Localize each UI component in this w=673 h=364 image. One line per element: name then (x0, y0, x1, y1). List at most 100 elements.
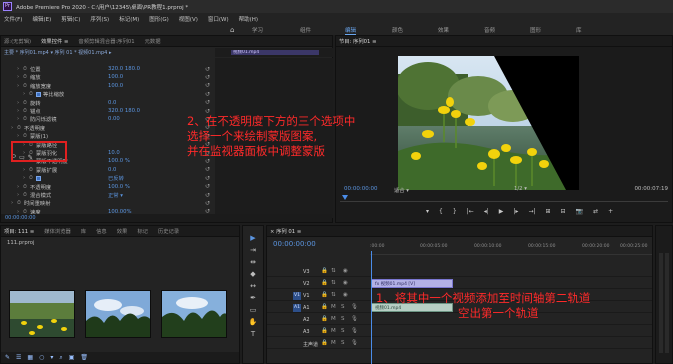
stopwatch-icon[interactable]: ⏱ (17, 125, 24, 131)
step-forward-button[interactable]: |▸ (513, 208, 518, 215)
home-icon[interactable]: ⌂ (230, 26, 238, 34)
tab-source[interactable]: 源:(无剪辑) (4, 37, 31, 45)
rectangle-tool-icon[interactable]: ▭ (250, 306, 257, 314)
tab-effect-controls[interactable]: 效果控件 ≡ (41, 37, 68, 45)
eye-icon[interactable]: ◉ (343, 268, 348, 274)
mic-icon[interactable]: 🎙 (351, 328, 358, 334)
property-row[interactable]: › ⏱ 混合模式 正常 ▾ ↺ (5, 191, 210, 200)
tab-program[interactable]: 节目: 序列01 ≡ (339, 37, 377, 45)
lift-button[interactable]: ⊞ (546, 208, 551, 215)
reset-parameter-icon[interactable]: ↺ (205, 66, 210, 73)
property-value[interactable]: 0.0 (108, 167, 116, 173)
track-label[interactable]: V3 (303, 269, 310, 275)
property-checkbox[interactable] (36, 91, 41, 97)
mute-icon[interactable]: M (331, 328, 336, 334)
mark-out-button[interactable]: } (453, 208, 457, 215)
tab-info[interactable]: 信息 (96, 227, 107, 235)
reset-parameter-icon[interactable]: ↺ (205, 166, 210, 173)
source-patch-toggle[interactable]: V1 (293, 292, 301, 300)
stopwatch-icon[interactable]: ⏱ (29, 167, 36, 173)
tab-libraries[interactable]: 库 (81, 227, 86, 235)
hand-tool-icon[interactable]: ✋ (249, 318, 258, 326)
trash-icon[interactable]: 🗑 (80, 354, 88, 361)
selection-tool-icon[interactable]: ▶ (250, 234, 255, 242)
step-back-button[interactable]: ◂| (484, 208, 489, 215)
effect-controls-timecode[interactable]: 00:00:00:00 (1, 214, 332, 222)
tab-audio-clip-mixer[interactable]: 音频剪辑混合器:序列01 (78, 37, 134, 45)
mute-icon[interactable]: M (331, 304, 336, 310)
stopwatch-icon[interactable]: ⏱ (29, 91, 36, 97)
track-label[interactable]: V1 (303, 293, 310, 299)
menu-graphics[interactable]: 图形(G) (149, 15, 169, 23)
comparison-view-button[interactable]: ⇄ (593, 208, 598, 215)
lock-icon[interactable]: 🔒 (321, 304, 328, 310)
property-value[interactable]: 10.0 (108, 150, 120, 156)
program-timecode[interactable]: 00:00:00:00 (344, 186, 378, 192)
extract-button[interactable]: ⊟ (561, 208, 566, 215)
go-to-out-button[interactable]: →| (528, 208, 535, 215)
play-button[interactable]: ▶ (499, 208, 504, 215)
mic-icon[interactable]: 🎙 (351, 304, 358, 310)
workspace-tab-audio[interactable]: 音频 (484, 26, 495, 34)
icon-view-icon[interactable]: ▦ (27, 354, 33, 361)
stopwatch-icon[interactable]: ⏱ (23, 83, 30, 89)
solo-icon[interactable]: S (341, 340, 345, 346)
stopwatch-icon[interactable]: ⏱ (23, 184, 30, 190)
stopwatch-icon[interactable]: ⏱ (23, 108, 30, 114)
media-thumbnail[interactable] (161, 290, 227, 338)
source-patch-toggle[interactable]: A1 (293, 304, 301, 312)
property-row[interactable]: › ⏱ 不透明度 ↺ (5, 124, 210, 132)
timeline-playhead[interactable] (371, 251, 372, 364)
property-value[interactable]: 0.0 (108, 100, 116, 106)
menu-edit[interactable]: 编辑(E) (32, 15, 51, 23)
program-video-frame[interactable] (398, 56, 579, 190)
reset-parameter-icon[interactable]: ↺ (205, 183, 210, 190)
lock-icon[interactable]: 🔒 (321, 340, 328, 346)
property-row[interactable]: › ⏱ 时间重映射 ↺ (5, 199, 210, 208)
reset-parameter-icon[interactable]: ↺ (205, 74, 210, 81)
workspace-tab-learn[interactable]: 学习 (252, 26, 263, 34)
property-row[interactable]: › ⏱ 等比缩放 ↺ (5, 90, 210, 99)
property-row[interactable]: › ⏱ 已反转 ↺ (5, 174, 210, 183)
menu-view[interactable]: 视图(V) (179, 15, 198, 23)
stopwatch-icon[interactable]: ⏱ (23, 66, 30, 72)
ripple-edit-tool-icon[interactable]: ⇹ (250, 258, 256, 266)
property-row[interactable]: › ⏱ 旋转 0.0 ↺ (5, 99, 210, 107)
tab-effects[interactable]: 效果 (117, 227, 128, 235)
lock-icon[interactable]: 🔒 (321, 280, 328, 286)
tab-project[interactable]: 项目: 111 ≡ (4, 227, 34, 235)
property-value[interactable]: 正常 ▾ (108, 191, 123, 199)
reset-parameter-icon[interactable]: ↺ (205, 175, 210, 182)
new-item-icon[interactable]: ▣ (69, 354, 75, 361)
media-thumbnail[interactable] (85, 290, 151, 338)
workspace-tab-graphics[interactable]: 图形 (530, 26, 541, 34)
stopwatch-icon[interactable]: ⏱ (23, 74, 30, 80)
go-to-in-button[interactable]: |← (467, 208, 474, 215)
tab-media-browser[interactable]: 媒体浏览器 (44, 227, 71, 235)
workspace-tab-color[interactable]: 颜色 (392, 26, 403, 34)
menu-help[interactable]: 帮助(H) (239, 15, 258, 23)
track-label[interactable]: A1 (303, 305, 310, 311)
resolution-select[interactable]: 1/2 ▾ (514, 186, 527, 192)
workspace-tab-assembly[interactable]: 组件 (300, 26, 311, 34)
stopwatch-icon[interactable]: ⏱ (23, 116, 30, 122)
media-thumbnail[interactable] (9, 290, 75, 338)
tab-history[interactable]: 历史记录 (158, 227, 179, 235)
sort-icon[interactable]: ▾ (50, 354, 53, 361)
mute-icon[interactable]: M (331, 340, 336, 346)
timeline-timecode[interactable]: 00:00:00:00 (273, 240, 316, 248)
zoom-fit-select[interactable]: 适合 ▾ (394, 186, 409, 194)
stopwatch-icon[interactable]: ⏱ (23, 192, 30, 198)
reset-parameter-icon[interactable]: ↺ (205, 99, 210, 106)
property-row[interactable]: › ⏱ 位置 320.0 180.0 ↺ (5, 65, 210, 74)
stopwatch-icon[interactable]: ⏱ (23, 100, 30, 106)
add-marker-button[interactable]: ▾ (426, 208, 429, 215)
timeline-ruler[interactable]: :00:00 00:00:05:00 00:00:10:00 00:00:15:… (370, 240, 652, 255)
mark-in-button[interactable]: { (439, 208, 443, 215)
track-label[interactable]: V2 (303, 281, 310, 287)
property-value[interactable]: 已反转 (108, 174, 124, 182)
property-row[interactable]: › ⏱ 不透明度 100.0 % ↺ (5, 183, 210, 191)
stopwatch-icon[interactable]: ⏱ (29, 175, 36, 181)
reset-parameter-icon[interactable]: ↺ (205, 200, 210, 207)
workspace-tab-effects[interactable]: 效果 (438, 26, 449, 34)
